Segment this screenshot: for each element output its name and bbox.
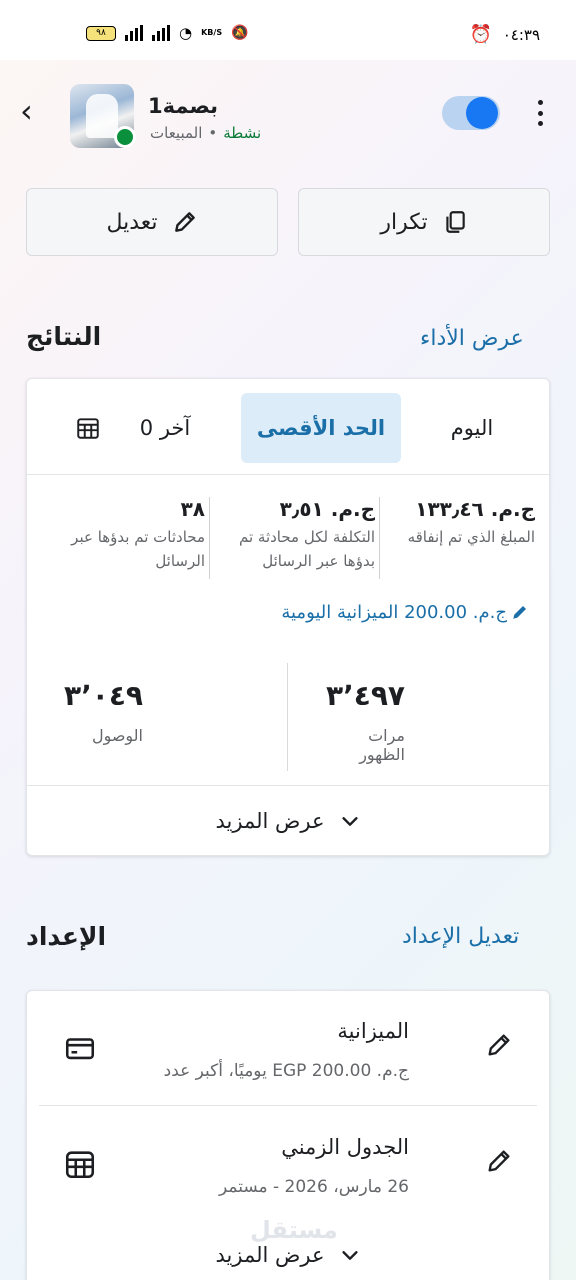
amount-spent-value: ج.م. ١٣٣٫٤٦ <box>415 497 535 521</box>
meta-separator: • <box>208 124 218 142</box>
budget-subtitle: ج.م. EGP 200.00 يوميًا، أكبر عدد <box>163 1061 409 1081</box>
signal-icon-2 <box>152 25 170 41</box>
edit-budget-pencil-icon[interactable] <box>485 1031 513 1059</box>
metric-divider <box>379 497 380 579</box>
reach-label: الوصول <box>91 726 143 745</box>
pencil-icon <box>174 212 195 232</box>
active-status-dot <box>114 126 136 148</box>
impressions-value: ٣٬٤٩٧ <box>326 679 405 712</box>
pencil-icon <box>513 606 526 619</box>
schedule-subtitle: 26 مارس، 2026 - مستمر <box>218 1177 409 1197</box>
row-divider <box>39 1105 537 1106</box>
impressions-label: مرات الظهور <box>359 726 405 764</box>
conversations-value: ٣٨ <box>180 497 205 521</box>
show-more-label: عرض المزيد <box>215 808 325 833</box>
duplicate-label: تكرار <box>380 209 428 235</box>
tab-today[interactable]: اليوم <box>427 393 517 463</box>
reach-value: ٣٬٠٤٩ <box>64 679 143 712</box>
daily-budget-link[interactable]: ج.م. 200.00 الميزانية اليومية <box>255 597 529 627</box>
network-speed: KB/S <box>201 28 223 37</box>
reach-metric: ٣٬٠٤٩ الوصول <box>57 679 143 745</box>
edit-label: تعديل <box>106 209 158 235</box>
cost-per-conversation-label: التكلفة لكل محادثة تم بدؤها عبر الرسائل <box>238 528 375 570</box>
schedule-row[interactable]: الجدول الزمني 26 مارس، 2026 - مستمر <box>39 1107 537 1223</box>
campaign-objective: المبيعات <box>150 124 203 142</box>
tab-maximum[interactable]: الحد الأقصى <box>241 393 401 463</box>
wifi-icon: ◔ <box>179 24 193 42</box>
metric-conversations: ٣٨ محادثات تم بدؤها عبر الرسائل <box>49 497 205 577</box>
campaign-meta: نشطة • المبيعات <box>150 124 261 142</box>
metric-cost-per-conversation: ج.م. ٣٫٥١ التكلفة لكل محادثة تم بدؤها عب… <box>211 497 375 577</box>
campaign-header: ‹ بصمة1 نشطة • المبيعات <box>0 60 576 170</box>
battery-icon: ٩٨ <box>86 25 116 41</box>
setup-show-more-label: عرض المزيد <box>215 1243 325 1267</box>
mute-bell-icon: 🔕 <box>231 25 249 41</box>
show-more-button[interactable]: عرض المزيد <box>27 785 549 855</box>
chevron-down-icon <box>341 1251 358 1260</box>
conversations-label: محادثات تم بدؤها عبر الرسائل <box>71 528 205 570</box>
setup-title: الإعداد <box>26 922 107 951</box>
status-bar: ٩٨ ◔ KB/S 🔕 ⏰ ٠٤:٣٩ <box>0 0 576 60</box>
tab-other[interactable]: آخر 0 <box>135 393 195 463</box>
cost-per-conversation-value: ج.م. ٣٫٥١ <box>279 497 375 521</box>
budget-row[interactable]: الميزانية ج.م. EGP 200.00 يوميًا، أكبر ع… <box>39 991 537 1107</box>
status-indicators: ٩٨ ◔ KB/S 🔕 <box>86 24 249 42</box>
budget-title: الميزانية <box>337 1019 409 1043</box>
copy-icon <box>445 211 465 233</box>
campaign-toggle[interactable] <box>442 96 500 130</box>
more-options-icon[interactable] <box>530 96 550 130</box>
watermark: مستقل <box>250 1216 338 1244</box>
metric-divider <box>287 663 288 771</box>
edit-setup-link[interactable]: تعديل الإعداد <box>402 924 519 949</box>
alarm-icon: ⏰ <box>469 24 492 45</box>
view-performance-link[interactable]: عرض الأداء <box>420 326 524 351</box>
schedule-title: الجدول الزمني <box>281 1135 409 1159</box>
calendar-icon[interactable] <box>71 393 105 463</box>
calendar-icon <box>65 1151 95 1179</box>
clock: ٠٤:٣٩ <box>502 26 540 44</box>
campaign-name: بصمة1 <box>148 94 219 118</box>
daily-budget-text: ج.م. 200.00 الميزانية اليومية <box>281 601 507 623</box>
duplicate-button[interactable]: تكرار <box>298 188 550 256</box>
results-card: اليوم الحد الأقصى آخر 0 ج.م. ١٣٣٫٤٦ المب… <box>26 378 550 856</box>
date-range-tabs: اليوم الحد الأقصى آخر 0 <box>27 379 549 475</box>
campaign-status: نشطة <box>223 124 262 142</box>
metric-amount-spent: ج.م. ١٣٣٫٤٦ المبلغ الذي تم إنفاقه <box>381 497 535 577</box>
signal-icon <box>125 25 143 41</box>
amount-spent-label: المبلغ الذي تم إنفاقه <box>407 528 535 546</box>
credit-card-icon <box>65 1038 95 1060</box>
metric-divider <box>209 497 210 579</box>
chevron-down-icon <box>341 816 358 826</box>
impressions-metric: ٣٬٤٩٧ مرات الظهور <box>319 679 405 764</box>
results-title: النتائج <box>26 322 102 351</box>
back-arrow-icon[interactable]: ‹ <box>20 95 48 132</box>
edit-schedule-pencil-icon[interactable] <box>485 1147 513 1175</box>
edit-button[interactable]: تعديل <box>26 188 278 256</box>
